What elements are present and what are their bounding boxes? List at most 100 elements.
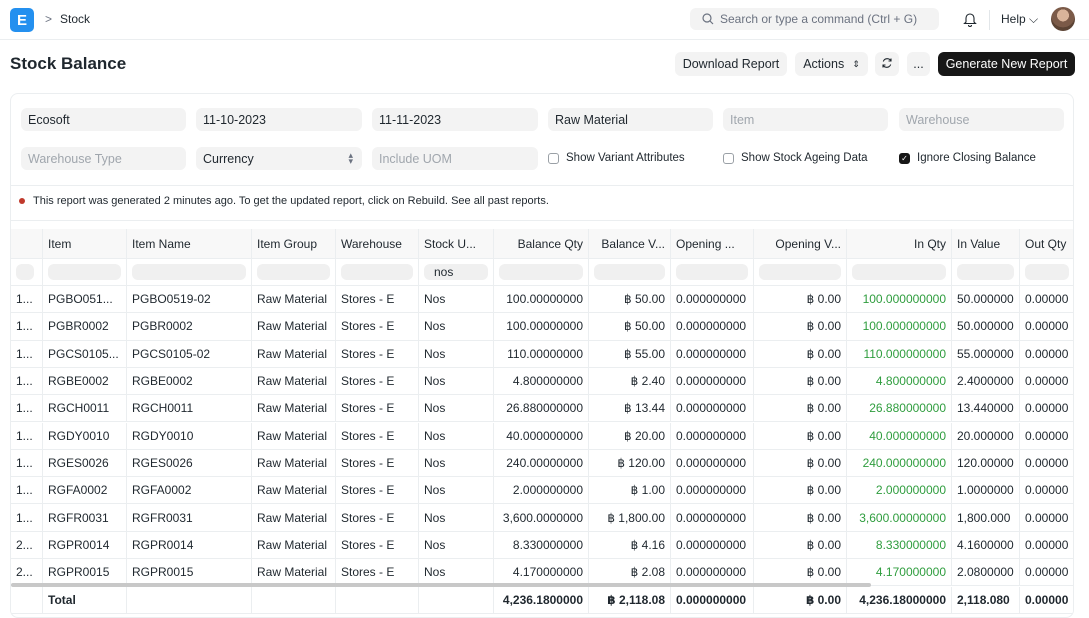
table-cell[interactable]: 50.000000 [952,286,1020,313]
column-header[interactable]: Out Qty [1020,229,1073,258]
table-cell[interactable]: ฿ 0.00 [754,395,847,422]
table-cell[interactable]: ฿ 2.40 [589,367,671,395]
table-cell[interactable]: PGCS0105... [43,340,127,367]
table-cell[interactable]: Nos [419,313,494,340]
table-cell[interactable]: Stores - E [336,286,419,313]
filter-box[interactable]: nos [424,264,488,280]
column-filter-input[interactable] [494,259,589,285]
table-cell[interactable]: 2,118.080 [952,587,1020,613]
table-cell[interactable]: RGPR0014 [127,531,252,558]
table-cell[interactable] [11,587,43,613]
table-cell[interactable]: Nos [419,504,494,531]
table-cell[interactable]: RGCH0011 [127,395,252,422]
table-cell[interactable]: 2.000000000 [847,477,952,504]
table-cell[interactable]: RGFR0031 [127,504,252,531]
table-cell[interactable]: 240.000000000 [847,449,952,477]
table-cell[interactable]: Raw Material [252,367,336,395]
table-cell[interactable]: 4.1600000 [952,531,1020,558]
table-cell[interactable]: 0.00000 [1020,450,1073,476]
to-date-field[interactable]: 11-11-2023 [372,108,538,131]
app-logo[interactable]: E [10,8,34,32]
table-cell[interactable]: 100.000000000 [847,286,952,313]
table-cell[interactable]: RGDY0010 [127,422,252,449]
table-cell[interactable]: PGBR0002 [127,313,252,340]
table-cell[interactable] [11,229,43,258]
table-cell[interactable] [419,587,494,613]
table-cell[interactable]: ฿ 50.00 [589,286,671,313]
table-cell[interactable] [336,587,419,613]
past-reports-link[interactable]: See all past reports. [451,195,549,207]
column-header[interactable]: Balance V... [589,229,671,258]
table-cell[interactable]: Raw Material [252,477,336,504]
table-cell[interactable]: ฿ 0.00 [754,367,847,395]
table-cell[interactable]: Stores - E [336,340,419,367]
table-cell[interactable]: 4,236.1800000 [494,587,589,613]
column-filter-input[interactable] [11,259,43,285]
avatar[interactable] [1051,7,1075,31]
table-cell[interactable]: 0.000000000 [671,286,754,313]
table-cell[interactable]: PGCS0105-02 [127,340,252,367]
filter-box[interactable] [48,264,121,280]
table-cell[interactable]: 240.00000000 [494,449,589,477]
table-cell[interactable]: ฿ 4.16 [589,531,671,558]
table-cell[interactable]: 8.330000000 [847,531,952,558]
table-cell[interactable]: ฿ 0.00 [754,286,847,313]
column-filter-input[interactable] [671,259,754,285]
help-menu[interactable]: Help ⌵ [1001,12,1038,27]
table-cell[interactable]: ฿ 0.00 [754,422,847,449]
column-header[interactable]: In Value [952,229,1020,258]
table-cell[interactable]: 1... [11,340,43,367]
table-cell[interactable]: 1... [11,449,43,477]
table-cell[interactable]: 13.440000 [952,395,1020,422]
table-cell[interactable]: Nos [419,395,494,422]
table-cell[interactable]: 40.000000000 [847,422,952,449]
table-cell[interactable]: Raw Material [252,313,336,340]
column-header[interactable]: Item [43,229,127,258]
table-cell[interactable]: 2... [11,559,43,586]
table-cell[interactable]: Nos [419,531,494,558]
table-cell[interactable]: 1... [11,286,43,313]
table-cell[interactable]: 4.800000000 [494,367,589,395]
table-cell[interactable]: Nos [419,286,494,313]
filter-box[interactable] [341,264,413,280]
table-cell[interactable]: 2.000000000 [494,477,589,504]
table-cell[interactable]: Nos [419,367,494,395]
table-cell[interactable]: Raw Material [252,340,336,367]
table-cell[interactable]: 0.000000000 [671,449,754,477]
table-cell[interactable]: 1... [11,504,43,531]
table-cell[interactable]: RGES0026 [43,449,127,477]
table-cell[interactable]: 0.000000000 [671,587,754,613]
table-cell[interactable]: Raw Material [252,559,336,586]
notification-bell-icon[interactable] [963,11,977,30]
table-cell[interactable]: PGBR0002 [43,313,127,340]
table-cell[interactable]: 100.00000000 [494,286,589,313]
table-cell[interactable]: Nos [419,449,494,477]
table-cell[interactable]: 1,800.000 [952,504,1020,531]
table-cell[interactable]: 2... [11,531,43,558]
item-field[interactable]: Item [723,108,888,131]
table-cell[interactable]: ฿ 0.00 [754,477,847,504]
table-cell[interactable]: 1.0000000 [952,477,1020,504]
column-filter-input[interactable] [754,259,847,285]
table-cell[interactable]: 26.880000000 [847,395,952,422]
table-cell[interactable]: Nos [419,559,494,586]
column-header[interactable]: Item Name [127,229,252,258]
table-cell[interactable]: 1... [11,395,43,422]
column-filter-input[interactable] [952,259,1020,285]
table-cell[interactable]: ฿ 2.08 [589,559,671,586]
table-cell[interactable]: 1... [11,313,43,340]
more-options-button[interactable]: ... [907,52,930,76]
table-cell[interactable]: 20.000000 [952,422,1020,449]
column-filter-input[interactable] [252,259,336,285]
table-cell[interactable]: 0.00000 [1020,313,1073,339]
table-cell[interactable]: 0.000000000 [671,313,754,340]
table-cell[interactable]: 0.00000 [1020,395,1073,421]
filter-box[interactable] [676,264,748,280]
download-report-button[interactable]: Download Report [675,52,787,76]
table-cell[interactable]: 1... [11,422,43,449]
table-cell[interactable]: Raw Material [252,395,336,422]
filter-box[interactable] [132,264,246,280]
table-cell[interactable]: 120.00000 [952,449,1020,477]
column-header[interactable]: Stock U... [419,229,494,258]
table-cell[interactable]: RGCH0011 [43,395,127,422]
